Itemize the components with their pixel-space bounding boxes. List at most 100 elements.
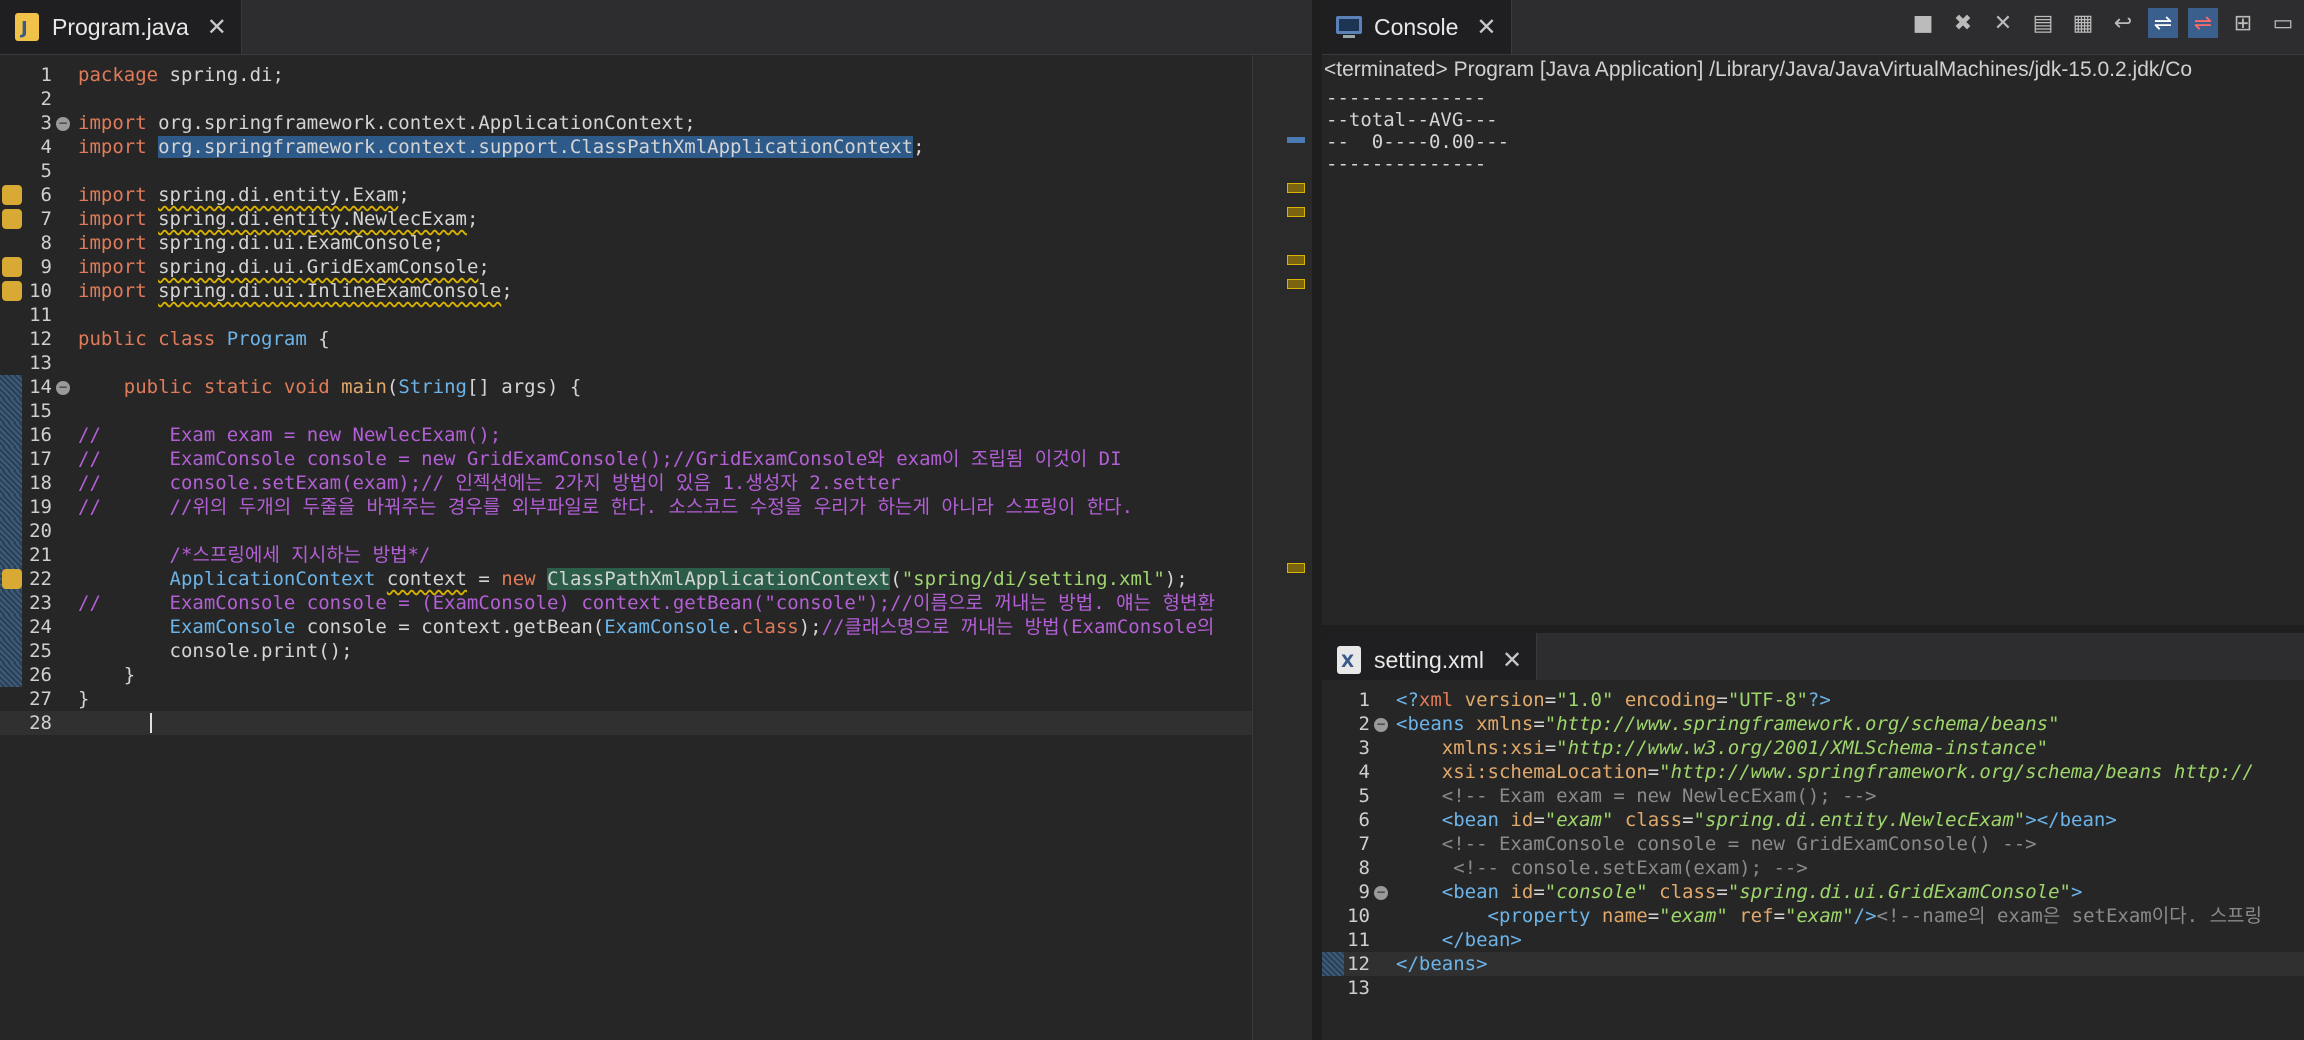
code-line[interactable]: 12 </beans> bbox=[1322, 952, 2304, 976]
line-number: 6 bbox=[1358, 809, 1370, 831]
code-line[interactable]: 16 // Exam exam = new NewlecExam(); bbox=[0, 423, 1252, 447]
code-line[interactable]: 26 } bbox=[0, 663, 1252, 687]
code-line[interactable]: 5 <!-- Exam exam = new NewlecExam(); --> bbox=[1322, 784, 2304, 808]
java-editor[interactable]: 1 package spring.di; 2 3− import org.springf… bbox=[0, 55, 1252, 1040]
code-line[interactable]: 21 /*스프링에세 지시하는 방법*/ bbox=[0, 543, 1252, 567]
code-line[interactable]: 1 package spring.di; bbox=[0, 63, 1252, 87]
line-number: 25 bbox=[29, 640, 52, 662]
code-text: <bean id="exam" class="spring.di.entity.… bbox=[1441, 809, 2117, 831]
code-line[interactable]: 7 import spring.di.entity.NewlecExam; bbox=[0, 207, 1252, 231]
code-line[interactable]: 25 console.print(); bbox=[0, 639, 1252, 663]
console-output: -------------- --total--AVG--- -- 0----0… bbox=[1326, 87, 1510, 175]
ruler-mark-warning[interactable] bbox=[1287, 255, 1305, 265]
word-wrap-icon[interactable]: ↩ bbox=[2108, 8, 2138, 38]
line-number: 20 bbox=[29, 520, 52, 542]
code-line[interactable]: 6 <bean id="exam" class="spring.di.entit… bbox=[1322, 808, 2304, 832]
overview-ruler[interactable] bbox=[1252, 55, 1313, 1040]
code-text: <!-- Exam exam = new NewlecExam(); --> bbox=[1441, 785, 1877, 807]
line-number: 12 bbox=[29, 328, 52, 350]
scroll-lock-icon[interactable]: ▦ bbox=[2068, 8, 2098, 38]
tab-setting-xml[interactable]: X setting.xml ✕ bbox=[1322, 633, 1538, 687]
code-line[interactable]: 17 // ExamConsole console = new GridExamC… bbox=[0, 447, 1252, 471]
code-line[interactable]: 9− <bean id="console" class="spring.di.u… bbox=[1322, 880, 2304, 904]
ruler-mark-warning[interactable] bbox=[1287, 183, 1305, 193]
code-line[interactable]: 18 // console.setExam(exam);// 인젝션에는 2가지 … bbox=[0, 471, 1252, 495]
close-icon[interactable]: ✕ bbox=[1502, 646, 1522, 674]
code-line[interactable]: 3 xmlns:xsi="http://www.w3.org/2001/XMLS… bbox=[1322, 736, 2304, 760]
close-icon[interactable]: ✕ bbox=[207, 13, 227, 41]
line-number: 22 bbox=[29, 568, 52, 590]
code-line[interactable]: 1 <?xml version="1.0" encoding="UTF-8"?> bbox=[1322, 688, 2304, 712]
show-on-output-icon[interactable]: ⇌ bbox=[2148, 8, 2178, 38]
code-line[interactable]: 24 ExamConsole console = context.getBean… bbox=[0, 615, 1252, 639]
code-line[interactable]: 13 bbox=[1322, 976, 2304, 1000]
show-on-error-icon[interactable]: ⇌ bbox=[2188, 8, 2218, 38]
ruler-mark-warning[interactable] bbox=[1287, 563, 1305, 573]
fold-toggle-icon[interactable]: − bbox=[56, 381, 70, 395]
code-line[interactable]: 12 public class Program { bbox=[0, 327, 1252, 351]
code-text: public class Program { bbox=[78, 328, 330, 350]
svg-text:J: J bbox=[19, 18, 28, 39]
xml-editor[interactable]: 1 <?xml version="1.0" encoding="UTF-8"?> 2… bbox=[1322, 680, 2304, 1040]
code-text: import spring.di.ui.GridExamConsole; bbox=[78, 256, 490, 278]
code-line[interactable]: 15 bbox=[0, 399, 1252, 423]
code-text: package spring.di; bbox=[78, 64, 284, 86]
code-line[interactable]: 28 bbox=[0, 711, 1252, 735]
code-line[interactable]: 2− <beans xmlns="http://www.springframewo… bbox=[1322, 712, 2304, 736]
code-text: // //위의 두개의 두줄을 바꿔주는 경우를 외부파일로 한다. 소스코드 … bbox=[78, 496, 1134, 518]
fold-toggle-icon[interactable]: − bbox=[1374, 886, 1388, 900]
code-line[interactable]: 19 // //위의 두개의 두줄을 바꿔주는 경우를 외부파일로 한다. 소스코… bbox=[0, 495, 1252, 519]
line-number: 2 bbox=[1358, 713, 1370, 735]
close-icon[interactable]: ✕ bbox=[1476, 13, 1496, 41]
vertical-sash[interactable] bbox=[1312, 0, 1322, 1040]
line-number: 18 bbox=[29, 472, 52, 494]
code-line[interactable]: 3− import org.springframework.context.App… bbox=[0, 111, 1252, 135]
tab-console[interactable]: Console ✕ bbox=[1322, 0, 1512, 54]
line-number: 11 bbox=[29, 304, 52, 326]
code-text: </bean> bbox=[1441, 929, 1522, 951]
code-line[interactable]: 8 <!-- console.setExam(exam); --> bbox=[1322, 856, 2304, 880]
code-text: console.print(); bbox=[78, 640, 353, 662]
fold-toggle-icon[interactable]: − bbox=[56, 117, 70, 131]
code-line[interactable]: 4 xsi:schemaLocation="http://www.springf… bbox=[1322, 760, 2304, 784]
code-line[interactable]: 10 import spring.di.ui.InlineExamConsole; bbox=[0, 279, 1252, 303]
code-line[interactable]: 5 bbox=[0, 159, 1252, 183]
code-line[interactable]: 6 import spring.di.entity.Exam; bbox=[0, 183, 1252, 207]
code-text: xsi:schemaLocation="http://www.springfra… bbox=[1441, 761, 2254, 783]
ruler-mark-warning[interactable] bbox=[1287, 279, 1305, 289]
code-line[interactable]: 2 bbox=[0, 87, 1252, 111]
code-line[interactable]: 13 bbox=[0, 351, 1252, 375]
horizontal-sash[interactable] bbox=[1322, 625, 2304, 633]
code-line[interactable]: 22 ApplicationContext context = new Clas… bbox=[0, 567, 1252, 591]
code-line[interactable]: 8 import spring.di.ui.ExamConsole; bbox=[0, 231, 1252, 255]
code-line[interactable]: 23 // ExamConsole console = (ExamConsole)… bbox=[0, 591, 1252, 615]
code-line[interactable]: 11 </bean> bbox=[1322, 928, 2304, 952]
ruler-mark-selection[interactable] bbox=[1287, 137, 1305, 143]
code-line[interactable]: 11 bbox=[0, 303, 1252, 327]
code-line[interactable]: 14− public static void main(String[] arg… bbox=[0, 375, 1252, 399]
code-text: <!-- ExamConsole console = new GridExamC… bbox=[1441, 833, 2037, 855]
pin-console-icon[interactable]: ⊞ bbox=[2228, 8, 2258, 38]
console-output-area[interactable]: <terminated> Program [Java Application] … bbox=[1322, 55, 2304, 625]
code-text: } bbox=[78, 688, 90, 710]
remove-launch-icon[interactable]: ✖ bbox=[1948, 8, 1978, 38]
code-text: <bean id="console" class="spring.di.ui.G… bbox=[1441, 881, 2083, 903]
code-line[interactable]: 27} bbox=[0, 687, 1252, 711]
tab-program-java[interactable]: J Program.java ✕ bbox=[0, 0, 242, 54]
remove-all-icon[interactable]: ✕ bbox=[1988, 8, 2018, 38]
code-line[interactable]: 9 import spring.di.ui.GridExamConsole; bbox=[0, 255, 1252, 279]
code-line[interactable]: 10 <property name="exam" ref="exam"/><!-… bbox=[1322, 904, 2304, 928]
line-number: 15 bbox=[29, 400, 52, 422]
code-text: // Exam exam = new NewlecExam(); bbox=[78, 424, 502, 446]
fold-toggle-icon[interactable]: − bbox=[1374, 718, 1388, 732]
ruler-mark-warning[interactable] bbox=[1287, 207, 1305, 217]
line-number: 13 bbox=[29, 352, 52, 374]
console-toolbar: ■ ✖ ✕ ▤ ▦ ↩ ⇌ ⇌ ⊞ ▭ bbox=[1908, 8, 2298, 38]
terminate-icon[interactable]: ■ bbox=[1908, 8, 1938, 38]
clear-console-icon[interactable]: ▤ bbox=[2028, 8, 2058, 38]
code-line[interactable]: 7 <!-- ExamConsole console = new GridExa… bbox=[1322, 832, 2304, 856]
code-line[interactable]: 20 bbox=[0, 519, 1252, 543]
code-line[interactable]: 4 import org.springframework.context.supp… bbox=[0, 135, 1252, 159]
display-console-icon[interactable]: ▭ bbox=[2268, 8, 2298, 38]
